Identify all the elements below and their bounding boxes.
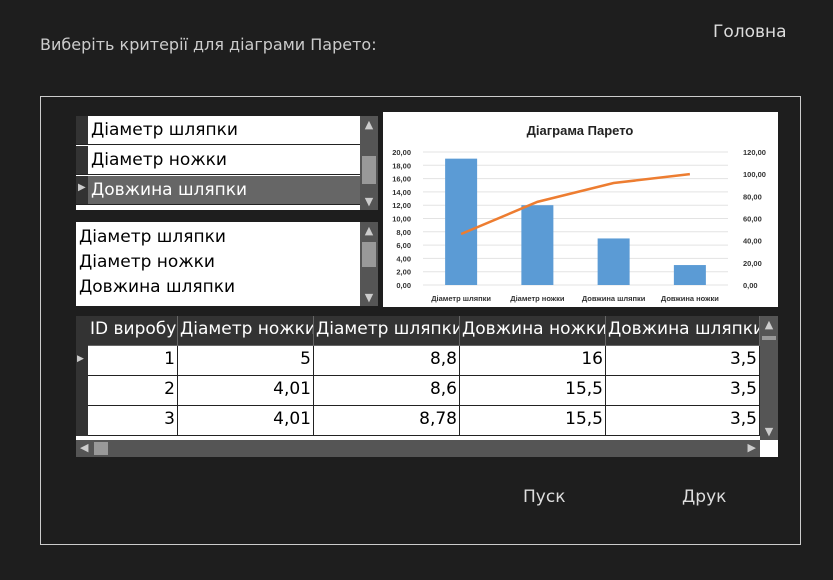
row-header[interactable]: ▶ <box>76 346 88 376</box>
scroll-up-icon[interactable]: ▲ <box>760 318 778 331</box>
current-row-icon: ▶ <box>77 354 84 364</box>
criteria-row[interactable]: Діаметр ножки <box>76 146 360 175</box>
x-tick-label: Діаметр шляпки <box>431 294 491 303</box>
y-tick-label: 20,00 <box>392 148 411 157</box>
table-cell[interactable]: 5 <box>178 346 314 376</box>
list-item[interactable]: Діаметр ножки <box>79 252 215 272</box>
criteria-row-selected[interactable]: ▶ Довжина шляпки <box>76 176 360 205</box>
x-tick-label: Діаметр ножки <box>510 294 565 303</box>
y-tick-label: 0,00 <box>396 281 411 290</box>
table-cell[interactable]: 15,5 <box>460 376 606 406</box>
scroll-up-icon[interactable]: ▲ <box>360 224 378 237</box>
table-cell[interactable]: 8,8 <box>314 346 460 376</box>
table-cell[interactable]: 8,6 <box>314 376 460 406</box>
table-cell[interactable]: 4,01 <box>178 406 314 436</box>
current-row-icon: ▶ <box>78 182 86 193</box>
row-header[interactable] <box>76 116 88 144</box>
scroll-down-icon[interactable]: ▼ <box>360 291 378 304</box>
y-tick-label: 4,00 <box>396 254 411 263</box>
y2-tick-label: 120,00 <box>743 148 766 157</box>
prompt-label: Виберіть критерії для діаграми Парето: <box>40 35 377 54</box>
y-tick-label: 12,00 <box>392 201 411 210</box>
pareto-chart: Діаграма Парето 0,00 2,00 4,00 6,00 8,00 10,0… <box>383 112 778 307</box>
scroll-down-icon[interactable]: ▼ <box>760 425 778 438</box>
home-link[interactable]: Головна <box>713 22 787 42</box>
y2-tick-label: 40,00 <box>743 237 762 246</box>
x-tick-label: Довжина ножки <box>661 294 719 303</box>
corner-header <box>76 316 88 346</box>
table-cell[interactable]: 15,5 <box>460 406 606 436</box>
table-cell[interactable]: 16 <box>460 346 606 376</box>
bar <box>673 265 706 285</box>
cumulative-line <box>460 172 691 236</box>
x-tick-label: Довжина шляпки <box>582 294 646 303</box>
y2-tick-label: 80,00 <box>743 192 762 201</box>
bar <box>521 205 554 285</box>
criteria-listbox[interactable]: Діаметр шляпки Діаметр ножки Довжина шля… <box>76 222 378 306</box>
list-item[interactable]: Діаметр шляпки <box>79 227 226 247</box>
y-tick-label: 8,00 <box>396 228 411 237</box>
horizontal-scrollbar[interactable]: ◀ ▶ <box>76 440 760 457</box>
table-cell[interactable]: 8,78 <box>314 406 460 436</box>
print-button[interactable]: Друк <box>682 487 726 507</box>
criteria-row[interactable]: Діаметр шляпки <box>76 116 360 145</box>
y2-tick-label: 100,00 <box>743 170 766 179</box>
row-header[interactable] <box>76 406 88 436</box>
y2-tick-label: 60,00 <box>743 215 762 224</box>
table-cell[interactable]: 1 <box>88 346 178 376</box>
bar <box>445 158 478 285</box>
vertical-scrollbar[interactable]: ▲ ▼ <box>760 316 778 440</box>
table-cell[interactable]: 2 <box>88 376 178 406</box>
criteria-label: Діаметр шляпки <box>91 120 238 140</box>
vertical-scrollbar[interactable]: ▲ ▼ <box>360 222 378 306</box>
scroll-right-icon[interactable]: ▶ <box>748 441 756 454</box>
y2-tick-label: 20,00 <box>743 259 762 268</box>
scroll-thumb[interactable] <box>94 442 108 455</box>
list-item[interactable]: Довжина шляпки <box>79 277 235 297</box>
row-header[interactable] <box>76 146 88 174</box>
scroll-thumb[interactable] <box>762 336 776 340</box>
table-cell[interactable]: 3 <box>88 406 178 436</box>
column-header[interactable]: Довжина шляпки <box>606 316 760 346</box>
chart-title: Діаграма Парето <box>527 123 634 138</box>
y-tick-label: 10,00 <box>392 215 411 224</box>
scroll-thumb[interactable] <box>362 242 376 267</box>
scroll-up-icon[interactable]: ▲ <box>360 118 378 131</box>
scroll-left-icon[interactable]: ◀ <box>80 441 88 454</box>
criteria-label: Довжина шляпки <box>91 180 248 200</box>
y-tick-label: 14,00 <box>392 188 411 197</box>
scroll-down-icon[interactable]: ▼ <box>360 195 378 208</box>
run-button[interactable]: Пуск <box>523 487 565 507</box>
bar <box>597 238 630 285</box>
table-cell[interactable]: 3,5 <box>606 346 760 376</box>
row-header[interactable]: ▶ <box>76 176 88 204</box>
row-header[interactable] <box>76 376 88 406</box>
table-cell[interactable]: 3,5 <box>606 376 760 406</box>
column-header[interactable]: Діаметр шляпки <box>314 316 460 346</box>
table-cell[interactable]: 4,01 <box>178 376 314 406</box>
y-tick-label: 16,00 <box>392 175 411 184</box>
column-header[interactable]: ID виробу <box>88 316 178 346</box>
scroll-thumb[interactable] <box>362 156 376 184</box>
column-header[interactable]: Діаметр ножки <box>178 316 314 346</box>
data-grid[interactable]: ▲ ▼ ◀ ▶ ID виробу Діаметр ножки Діаметр шляп… <box>76 316 778 457</box>
vertical-scrollbar[interactable]: ▲ ▼ <box>360 116 378 210</box>
table-cell[interactable]: 3,5 <box>606 406 760 436</box>
y2-tick-label: 0,00 <box>743 281 758 290</box>
y-tick-label: 6,00 <box>396 241 411 250</box>
y-tick-label: 2,00 <box>396 268 411 277</box>
column-header[interactable]: Довжина ножки <box>460 316 606 346</box>
criteria-label: Діаметр ножки <box>91 150 227 170</box>
criteria-grid[interactable]: Діаметр шляпки Діаметр ножки ▶ Довжина шл… <box>76 116 378 210</box>
y-tick-label: 18,00 <box>392 161 411 170</box>
